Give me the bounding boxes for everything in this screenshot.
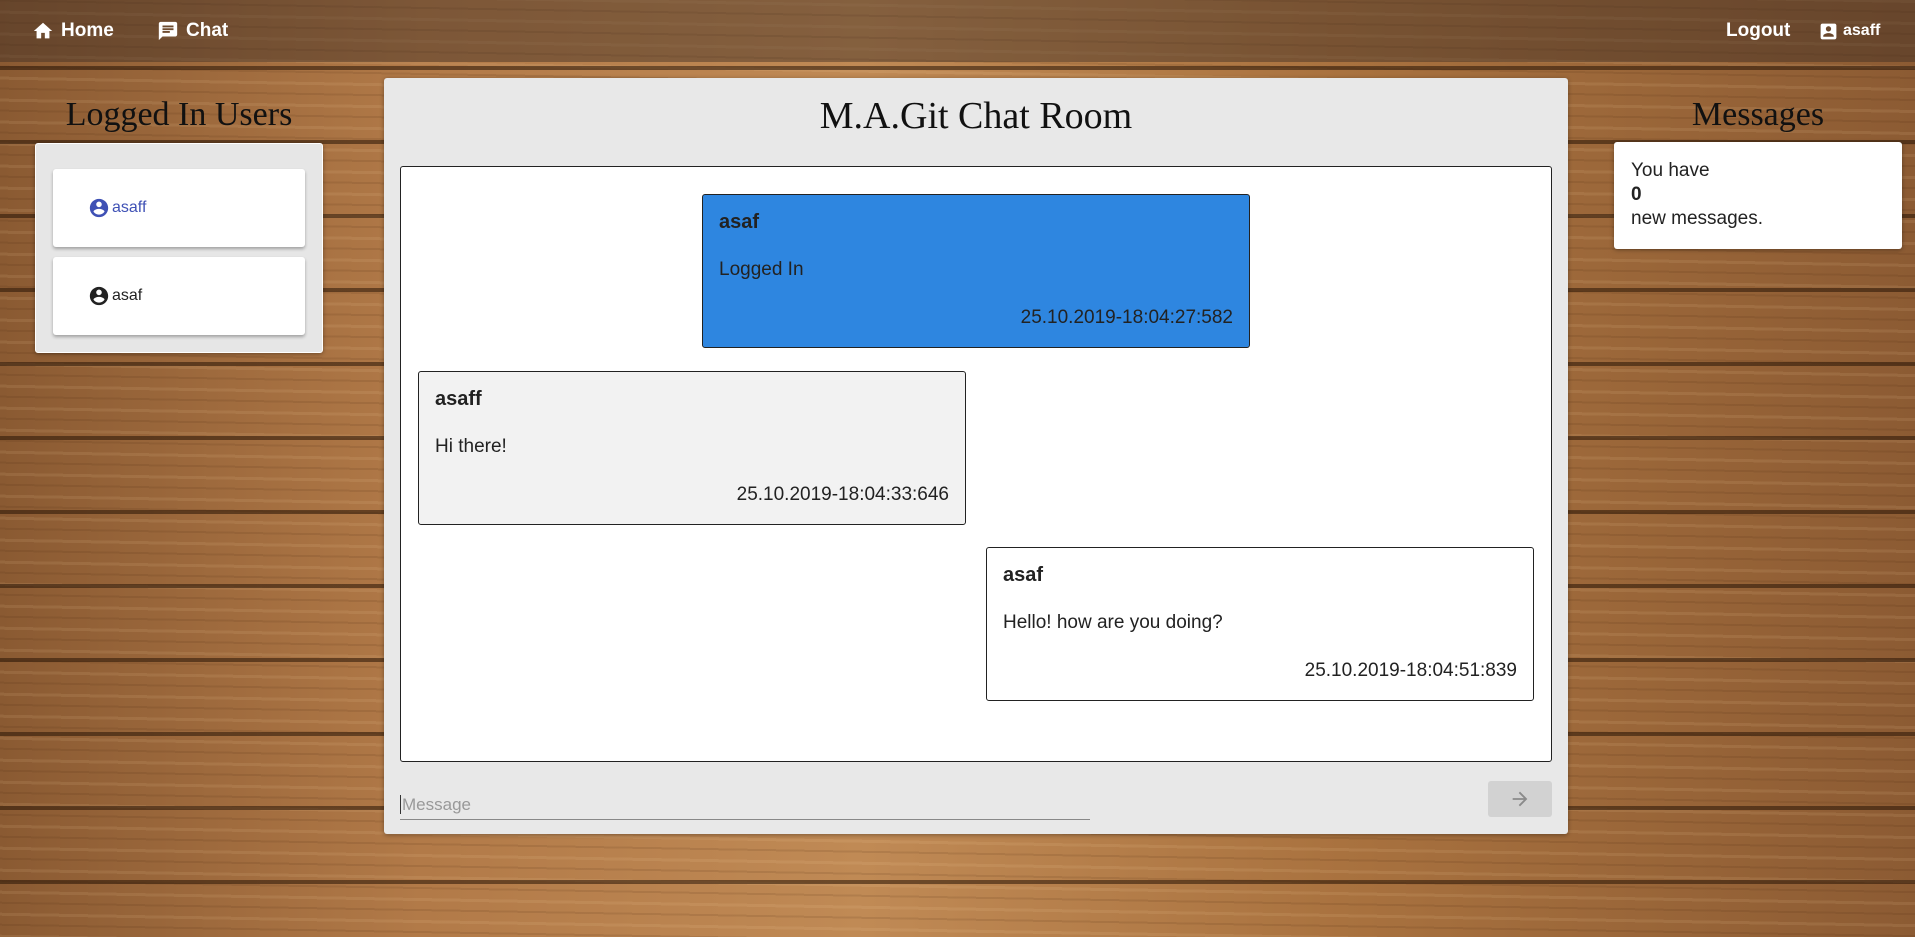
message-sender: asaff — [435, 388, 482, 410]
user-name: asaf — [112, 287, 143, 304]
chat-room-card: M.A.Git Chat Room asaf Logged In 25.10.2… — [384, 78, 1568, 834]
message-text: Hi there! — [435, 436, 507, 457]
messages-title: Messages — [1691, 96, 1825, 133]
nav-chat-link[interactable]: Chat — [157, 19, 228, 43]
messages-line1: You have — [1631, 160, 1710, 181]
message-input[interactable]: Message — [400, 790, 1090, 820]
message-text: Logged In — [719, 259, 804, 280]
send-message-button[interactable] — [1488, 781, 1552, 817]
arrow-right-icon — [1512, 791, 1528, 807]
nav-home-label: Home — [61, 20, 114, 41]
text-caret — [400, 795, 401, 814]
message-timestamp: 25.10.2019-18:04:33:646 — [736, 484, 949, 505]
logout-label: Logout — [1726, 20, 1791, 41]
logged-in-users-panel: asaff asaf — [35, 143, 323, 353]
home-icon — [33, 22, 53, 39]
message-text: Hello! how are you doing? — [1003, 612, 1223, 633]
user-card-self[interactable]: asaff — [53, 169, 305, 247]
account-circle-icon — [89, 198, 109, 218]
account-box-icon — [1820, 23, 1837, 39]
user-name: asaff — [112, 199, 147, 216]
chat-message-other: asaf Hello! how are you doing? 25.10.201… — [986, 547, 1534, 701]
top-navbar: Home Chat Logout asaff — [0, 0, 1915, 62]
new-messages-count: 0 — [1631, 184, 1642, 205]
account-circle-icon — [89, 286, 109, 306]
chat-room-title: M.A.Git Chat Room — [819, 95, 1133, 137]
logged-in-users-title: Logged In Users — [65, 96, 293, 133]
nav-chat-label: Chat — [186, 20, 229, 41]
message-sender: asaf — [1003, 564, 1044, 586]
current-user-link[interactable]: asaff — [1818, 19, 1880, 43]
chat-message-system: asaf Logged In 25.10.2019-18:04:27:582 — [702, 194, 1250, 348]
message-timestamp: 25.10.2019-18:04:27:582 — [1020, 307, 1233, 328]
chat-message-own: asaff Hi there! 25.10.2019-18:04:33:646 — [418, 371, 966, 525]
message-input-placeholder: Message — [402, 794, 471, 814]
chat-message-list[interactable]: asaf Logged In 25.10.2019-18:04:27:582 a… — [400, 166, 1552, 762]
new-messages-panel: You have 0 new messages. — [1614, 142, 1902, 249]
nav-home-link[interactable]: Home — [32, 19, 114, 43]
message-timestamp: 25.10.2019-18:04:51:839 — [1304, 660, 1517, 681]
message-sender: asaf — [719, 211, 760, 233]
user-card[interactable]: asaf — [53, 257, 305, 335]
logout-link[interactable]: Logout — [1726, 19, 1790, 43]
chat-bubble-icon — [158, 21, 178, 41]
current-user-name: asaff — [1843, 22, 1881, 39]
messages-line2: new messages. — [1631, 208, 1764, 229]
